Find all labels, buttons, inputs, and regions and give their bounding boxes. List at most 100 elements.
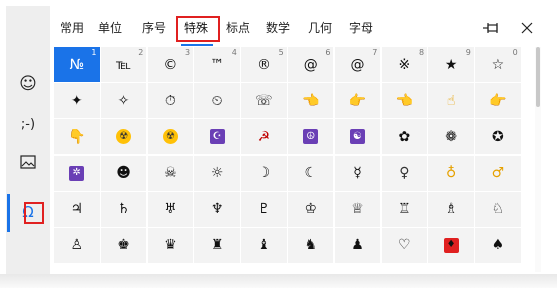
symbol-cell[interactable]: ♕ [334,191,381,227]
symbol-cell[interactable]: ♙ [54,227,100,263]
symbol-cell[interactable]: 👉 [475,83,521,119]
tab-math[interactable]: 数学 [266,6,290,46]
category-rail: ☺ ;-) Ω [6,6,50,274]
symbol-cell[interactable]: ♟ [334,227,381,263]
symbol-cell[interactable]: ☏ [241,83,287,119]
scrollbar[interactable] [535,47,541,272]
shortcut-number: 1 [91,48,97,57]
symbol-cell[interactable]: © 3 [147,47,194,82]
symbol-cell[interactable]: ♠ [475,227,521,263]
shortcut-number: 0 [512,48,518,57]
symbol-cell[interactable]: @7 [334,47,381,82]
symbol-glyph: ☼ [210,165,224,182]
symbol-cell[interactable]: ☯ [334,119,381,155]
symbol-cell[interactable]: ♄ [100,191,147,227]
symbol-cell[interactable]: ☝ [428,83,474,119]
symbol-glyph: ✦ [70,92,83,109]
symbol-cell[interactable]: 👈 [287,83,334,119]
symbol-cell[interactable]: ☻ [100,155,147,191]
symbol-cell[interactable]: ✧ [100,83,147,119]
symbol-cell[interactable]: 👉 [334,83,381,119]
symbol-glyph: ☠ [164,165,177,182]
tab-letters[interactable]: 字母 [349,6,373,46]
symbol-cell[interactable]: ✿ [381,119,428,155]
symbol-cell[interactable]: ✲ [54,155,100,191]
symbol-glyph: ✲ [69,165,85,181]
symbol-cell[interactable]: ♖ [381,191,428,227]
symbol-glyph: ♅ [164,201,177,218]
symbol-cell[interactable]: ⏲ [194,83,240,119]
symbol-cell[interactable]: ☭ [241,119,287,155]
symbol-cell[interactable]: ™ 4 [194,47,240,82]
symbol-cell[interactable]: ♚ [100,227,147,263]
symbol-cell[interactable]: ♅ [147,191,194,227]
symbol-cell[interactable]: ☆ 0 [475,47,521,82]
symbol-cell[interactable]: ♘ [475,191,521,227]
symbol-glyph: ♞ [304,237,318,254]
scroll-thumb[interactable] [536,47,540,107]
symbol-cell[interactable]: ♂ [475,155,521,191]
tab-common[interactable]: 常用 [60,6,84,46]
symbol-cell[interactable]: ☮ [287,119,334,155]
symbol-glyph: ♔ [304,201,318,218]
close-icon[interactable] [516,18,538,38]
symbol-cell[interactable]: ♞ [287,227,334,263]
symbol-cell[interactable]: ♀ [381,155,428,191]
symbol-cell[interactable]: ✦ [54,83,100,119]
symbol-glyph: ☿ [353,165,362,182]
symbol-cell[interactable]: 👇 [54,119,100,155]
symbol-cell[interactable]: ★ 9 [428,47,474,82]
symbol-glyph: ♙ [70,237,84,254]
symbol-glyph: ♇ [257,201,271,218]
pin-icon[interactable] [480,18,502,38]
shortcut-number: 2 [138,48,144,57]
symbol-cell[interactable]: ♡ [381,227,428,263]
symbol-cell[interactable]: ⏱ [147,83,194,119]
symbol-cell[interactable]: ☪ [194,119,240,155]
tab-punctuation[interactable]: 标点 [226,6,250,46]
rail-emoji-button[interactable]: ☺ [6,64,50,104]
symbol-cell[interactable]: ® 5 [241,47,287,82]
symbol-cell[interactable]: ℡ 2 [100,47,147,82]
symbol-glyph: ® [256,56,271,73]
symbol-cell[interactable]: ❁ [428,119,474,155]
symbol-glyph: ☭ [257,128,271,145]
symbol-cell[interactable]: ♃ [54,191,100,227]
symbol-cell[interactable]: ✪ [475,119,521,155]
symbol-cell[interactable]: ♗ [428,191,474,227]
symbol-cell[interactable]: ☢ [100,119,147,155]
symbol-cell[interactable]: ♆ [194,191,240,227]
panel-bottom-edge [0,274,557,288]
rail-kaomoji-button[interactable]: ;-) [6,104,50,144]
shortcut-number: 4 [231,48,237,57]
symbol-cell[interactable]: ☽ [241,155,287,191]
symbol-cell[interactable]: ♛ [147,227,194,263]
tab-ordinal[interactable]: 序号 [142,6,166,46]
symbol-glyph: ♂ [491,165,505,182]
rail-gif-button[interactable] [6,144,50,184]
symbol-cell[interactable]: ☾ [287,155,334,191]
symbol-glyph: ™ [210,56,225,73]
symbol-cell[interactable]: ♜ [194,227,240,263]
symbol-grid: № 1 ℡ 2 © 3 ™ 4 ® 5 @6 @7 ※ 8 ★ 9 ☆ 0 ✦ ✧ ⏱ ⏲ ☏ 👈 👉 👈 ☝ 👉 👇 ☢ ☢ ☪ ☭ ☮ ☯ ✿ ❁ ✪… [54,47,527,263]
symbol-glyph: 👉 [348,92,367,109]
symbol-glyph: 👈 [395,92,414,109]
symbol-cell[interactable]: ♇ [241,191,287,227]
symbol-cell[interactable]: ♔ [287,191,334,227]
highlight-box [24,202,44,224]
symbol-cell[interactable]: @6 [287,47,334,82]
symbol-cell[interactable]: ☢ [147,119,194,155]
tab-geometry[interactable]: 几何 [308,6,332,46]
tab-units[interactable]: 单位 [98,6,122,46]
symbol-cell[interactable]: ☿ [334,155,381,191]
shortcut-number: 7 [372,48,378,57]
symbol-cell[interactable]: 👈 [381,83,428,119]
symbol-cell[interactable]: № 1 [54,47,100,82]
symbol-cell[interactable]: ☼ [194,155,240,191]
symbol-cell[interactable]: ♁ [428,155,474,191]
symbol-cell[interactable]: ☠ [147,155,194,191]
symbol-glyph: ℡ [116,56,132,73]
symbol-cell[interactable]: ♝ [241,227,287,263]
symbol-cell[interactable]: ※ 8 [381,47,428,82]
symbol-cell[interactable]: ♦ [428,227,474,263]
